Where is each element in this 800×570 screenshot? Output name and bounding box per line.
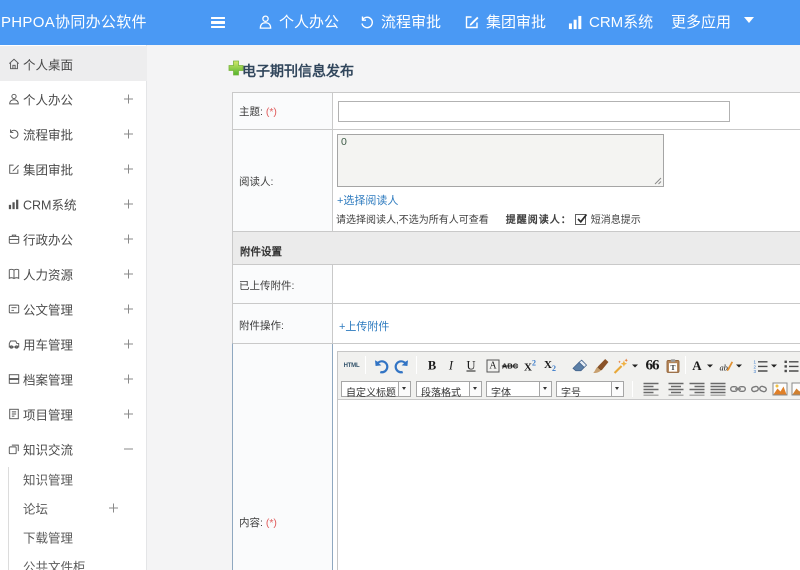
svg-text:3: 3 [754, 369, 757, 373]
svg-text:T: T [671, 363, 676, 372]
svg-text:ab: ab [719, 362, 727, 372]
